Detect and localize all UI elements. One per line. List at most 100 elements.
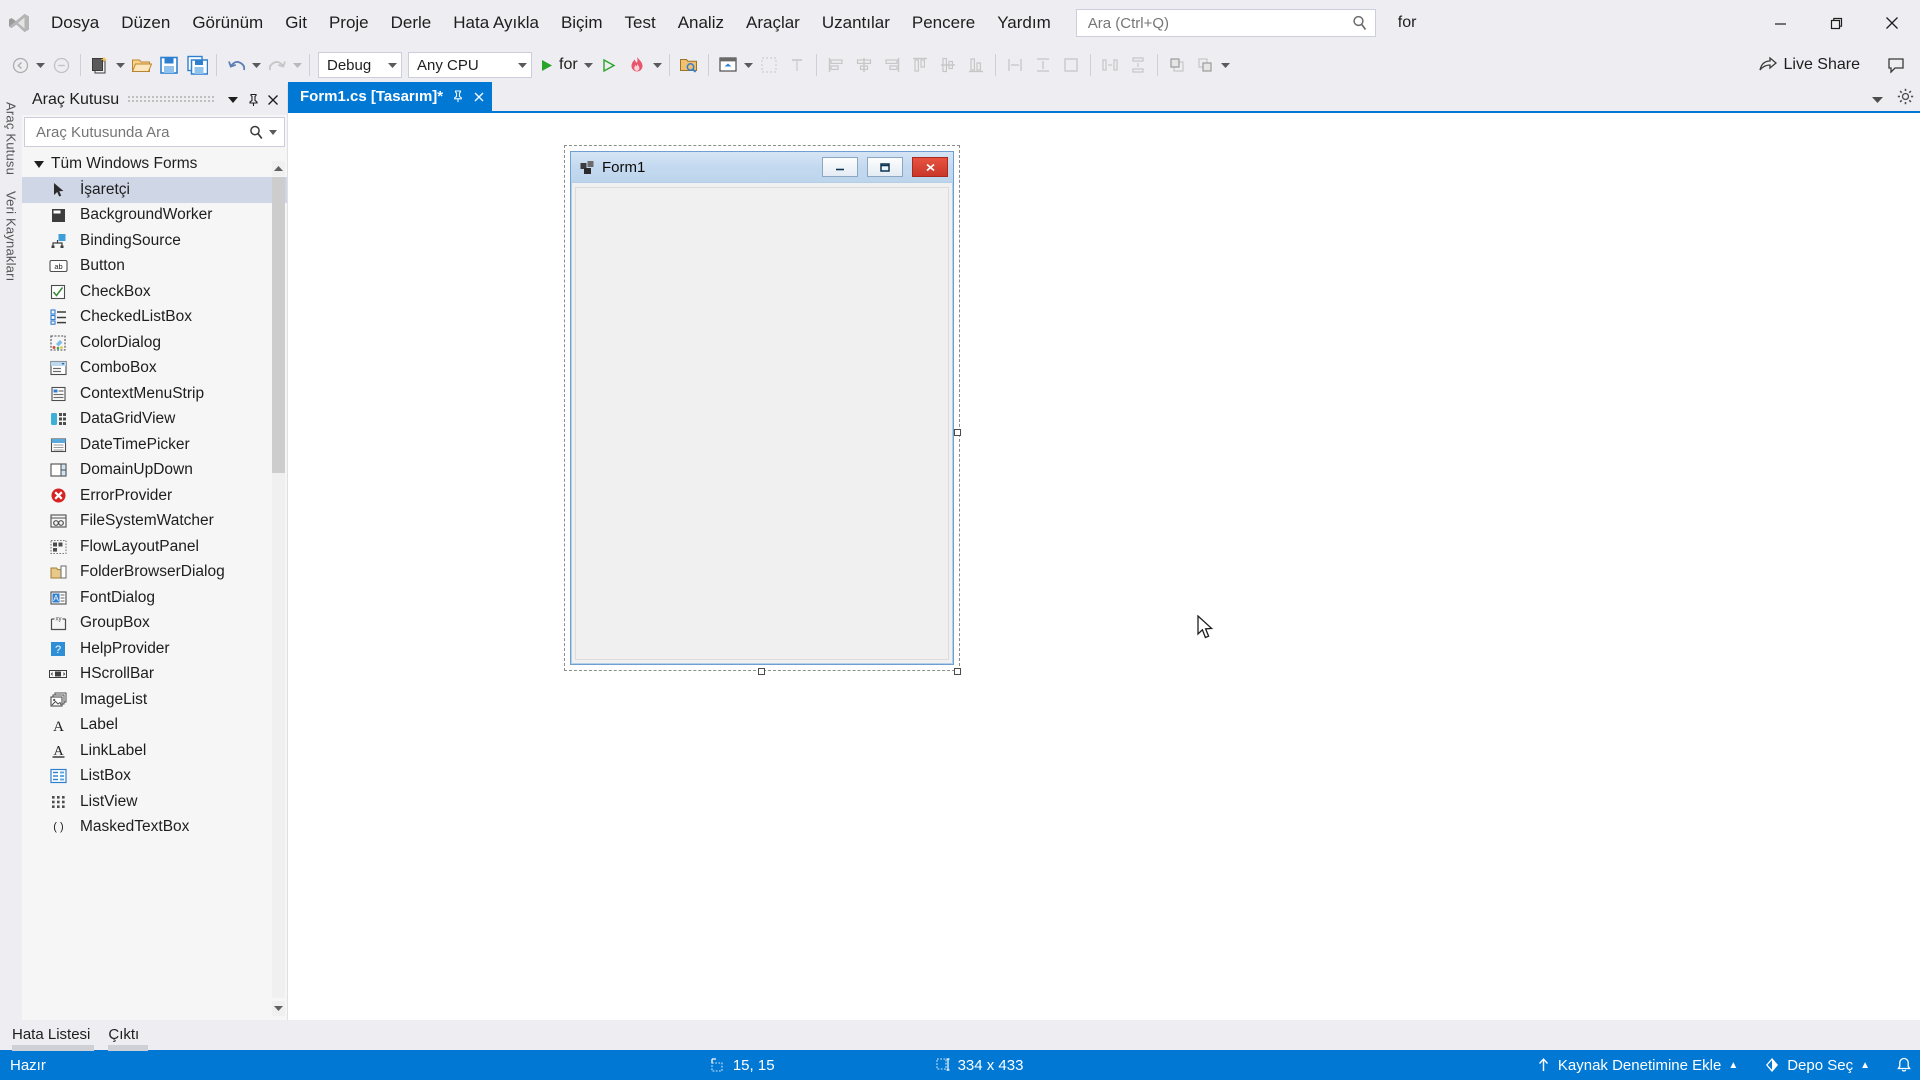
solution-platform-combo[interactable]: Any CPU (408, 52, 532, 78)
toolbox-search-input[interactable] (34, 122, 248, 142)
window-restore-button[interactable] (1808, 0, 1864, 46)
solution-explorer-icon[interactable] (675, 51, 703, 79)
quick-launch-search[interactable] (1075, 9, 1376, 37)
save-icon[interactable] (155, 51, 183, 79)
solution-configuration-combo[interactable]: Debug (318, 52, 402, 78)
toolbar-overflow-button[interactable] (1219, 51, 1232, 79)
toolbox-scroll-up-button[interactable] (272, 161, 285, 176)
toolbox-search-box[interactable] (24, 117, 285, 147)
form-close-button[interactable] (912, 157, 948, 177)
tab-list-dropdown-button[interactable] (1872, 90, 1883, 108)
toolbox-item-listbox[interactable]: ListBox (22, 764, 287, 790)
menu-item-yardim[interactable]: Yardım (986, 6, 1062, 40)
menu-item-dosya[interactable]: Dosya (40, 6, 110, 40)
toolbox-item-combobox[interactable]: ComboBox (22, 356, 287, 382)
live-share-button[interactable]: Live Share (1749, 46, 1869, 84)
toolbox-item-checkedlistbox[interactable]: CheckedListBox (22, 305, 287, 331)
navigate-forward-icon[interactable] (47, 51, 75, 79)
toolbox-pin-button[interactable] (243, 89, 263, 111)
send-to-back-icon[interactable] (1191, 51, 1219, 79)
resize-grip-bottom-center[interactable] (758, 668, 765, 675)
form-client-area[interactable] (575, 187, 949, 660)
menu-item-git[interactable]: Git (274, 6, 318, 40)
windows-form-preview[interactable]: Form1 (570, 151, 954, 665)
toolbox-item-button[interactable]: ab Button (22, 254, 287, 280)
menu-item-hata-ayikla[interactable]: Hata Ayıkla (442, 6, 550, 40)
window-close-button[interactable] (1864, 0, 1920, 46)
resize-grip-bottom-right[interactable] (954, 668, 961, 675)
menu-item-analiz[interactable]: Analiz (667, 6, 735, 40)
menu-item-araclar[interactable]: Araçlar (735, 6, 811, 40)
toolbox-item-errorprovider[interactable]: ErrorProvider (22, 483, 287, 509)
menu-item-duzen[interactable]: Düzen (110, 6, 181, 40)
start-debugging-dropdown[interactable] (582, 51, 595, 79)
toolbox-item-linklabel[interactable]: A LinkLabel (22, 738, 287, 764)
align-centers-icon[interactable] (850, 51, 878, 79)
toolbox-item-maskedtextbox[interactable]: ( ) MaskedTextBox (22, 815, 287, 841)
tab-pin-button[interactable] (452, 90, 464, 103)
form-designer-surface[interactable]: Form1 (288, 113, 1920, 1020)
toolbox-item-groupbox[interactable]: xy GroupBox (22, 611, 287, 637)
tab-order-icon[interactable] (755, 51, 783, 79)
vertical-spacing-icon[interactable] (1124, 51, 1152, 79)
toolbox-item-flowlayoutpanel[interactable]: FlowLayoutPanel (22, 534, 287, 560)
toolbox-item-contextmenustrip[interactable]: ContextMenuStrip (22, 381, 287, 407)
toolbox-item-checkbox[interactable]: CheckBox (22, 279, 287, 305)
align-tops-icon[interactable] (906, 51, 934, 79)
toolbox-item-colordialog[interactable]: ColorDialog (22, 330, 287, 356)
menu-item-uzantilar[interactable]: Uzantılar (811, 6, 901, 40)
hot-reload-icon[interactable] (623, 51, 651, 79)
start-debugging-button[interactable]: for (535, 51, 582, 79)
vertical-tab-arac-kutusu[interactable]: Araç Kutusu (4, 102, 19, 175)
menu-item-proje[interactable]: Proje (318, 6, 380, 40)
new-project-icon[interactable] (86, 51, 114, 79)
window-minimize-button[interactable] (1752, 0, 1808, 46)
start-without-debugging-icon[interactable] (595, 51, 623, 79)
menu-item-gorunum[interactable]: Görünüm (181, 6, 274, 40)
send-feedback-icon[interactable] (1886, 55, 1906, 80)
tab-close-button[interactable] (473, 91, 485, 103)
navigate-back-dropdown[interactable] (34, 51, 47, 79)
align-middles-icon[interactable] (934, 51, 962, 79)
save-all-icon[interactable] (183, 51, 211, 79)
resize-grip-middle-right[interactable] (954, 429, 961, 436)
properties-window-dropdown[interactable] (742, 51, 755, 79)
make-same-height-icon[interactable] (1029, 51, 1057, 79)
tab-hata-listesi[interactable]: Hata Listesi (12, 1026, 94, 1051)
navigate-back-icon[interactable] (6, 51, 34, 79)
menu-item-test[interactable]: Test (614, 6, 667, 40)
properties-window-icon[interactable] (714, 51, 742, 79)
toolbox-item-listview[interactable]: ListView (22, 789, 287, 815)
undo-dropdown[interactable] (250, 51, 263, 79)
redo-icon[interactable] (263, 51, 291, 79)
toolbox-item-label[interactable]: A Label (22, 713, 287, 739)
menu-item-bicim[interactable]: Biçim (550, 6, 614, 40)
new-project-dropdown[interactable] (114, 51, 127, 79)
menu-item-derle[interactable]: Derle (380, 6, 443, 40)
undo-icon[interactable] (222, 51, 250, 79)
toolbox-window-dropdown[interactable] (223, 89, 243, 111)
bring-to-front-icon[interactable] (1163, 51, 1191, 79)
toolbox-search-dropdown[interactable] (265, 129, 280, 135)
open-file-icon[interactable] (127, 51, 155, 79)
align-rights-icon[interactable] (878, 51, 906, 79)
toolbox-item-folderbrowserdialog[interactable]: FolderBrowserDialog (22, 560, 287, 586)
toolbox-item-backgroundworker[interactable]: BackgroundWorker (22, 203, 287, 229)
form-minimize-button[interactable] (822, 157, 858, 177)
toolbox-category-all-windows-forms[interactable]: Tüm Windows Forms (22, 151, 287, 177)
align-bottoms-icon[interactable] (962, 51, 990, 79)
lock-controls-icon[interactable] (783, 51, 811, 79)
search-input[interactable] (1085, 13, 1351, 33)
toolbox-item-imagelist[interactable]: ImageList (22, 687, 287, 713)
toolbox-item-helpprovider[interactable]: ? HelpProvider (22, 636, 287, 662)
toolbox-item-fontdialog[interactable]: A FontDialog (22, 585, 287, 611)
hot-reload-dropdown[interactable] (651, 51, 664, 79)
toolbox-item-hscrollbar[interactable]: HScrollBar (22, 662, 287, 688)
horizontal-spacing-icon[interactable] (1096, 51, 1124, 79)
select-repository-button[interactable]: Depo Seç ▲ (1764, 1057, 1870, 1074)
make-same-size-icon[interactable] (1057, 51, 1085, 79)
toolbox-drag-handle[interactable] (127, 95, 215, 104)
form-maximize-button[interactable] (867, 157, 903, 177)
gear-icon[interactable] (1897, 88, 1914, 110)
toolbox-scrollbar-thumb[interactable] (272, 177, 285, 473)
